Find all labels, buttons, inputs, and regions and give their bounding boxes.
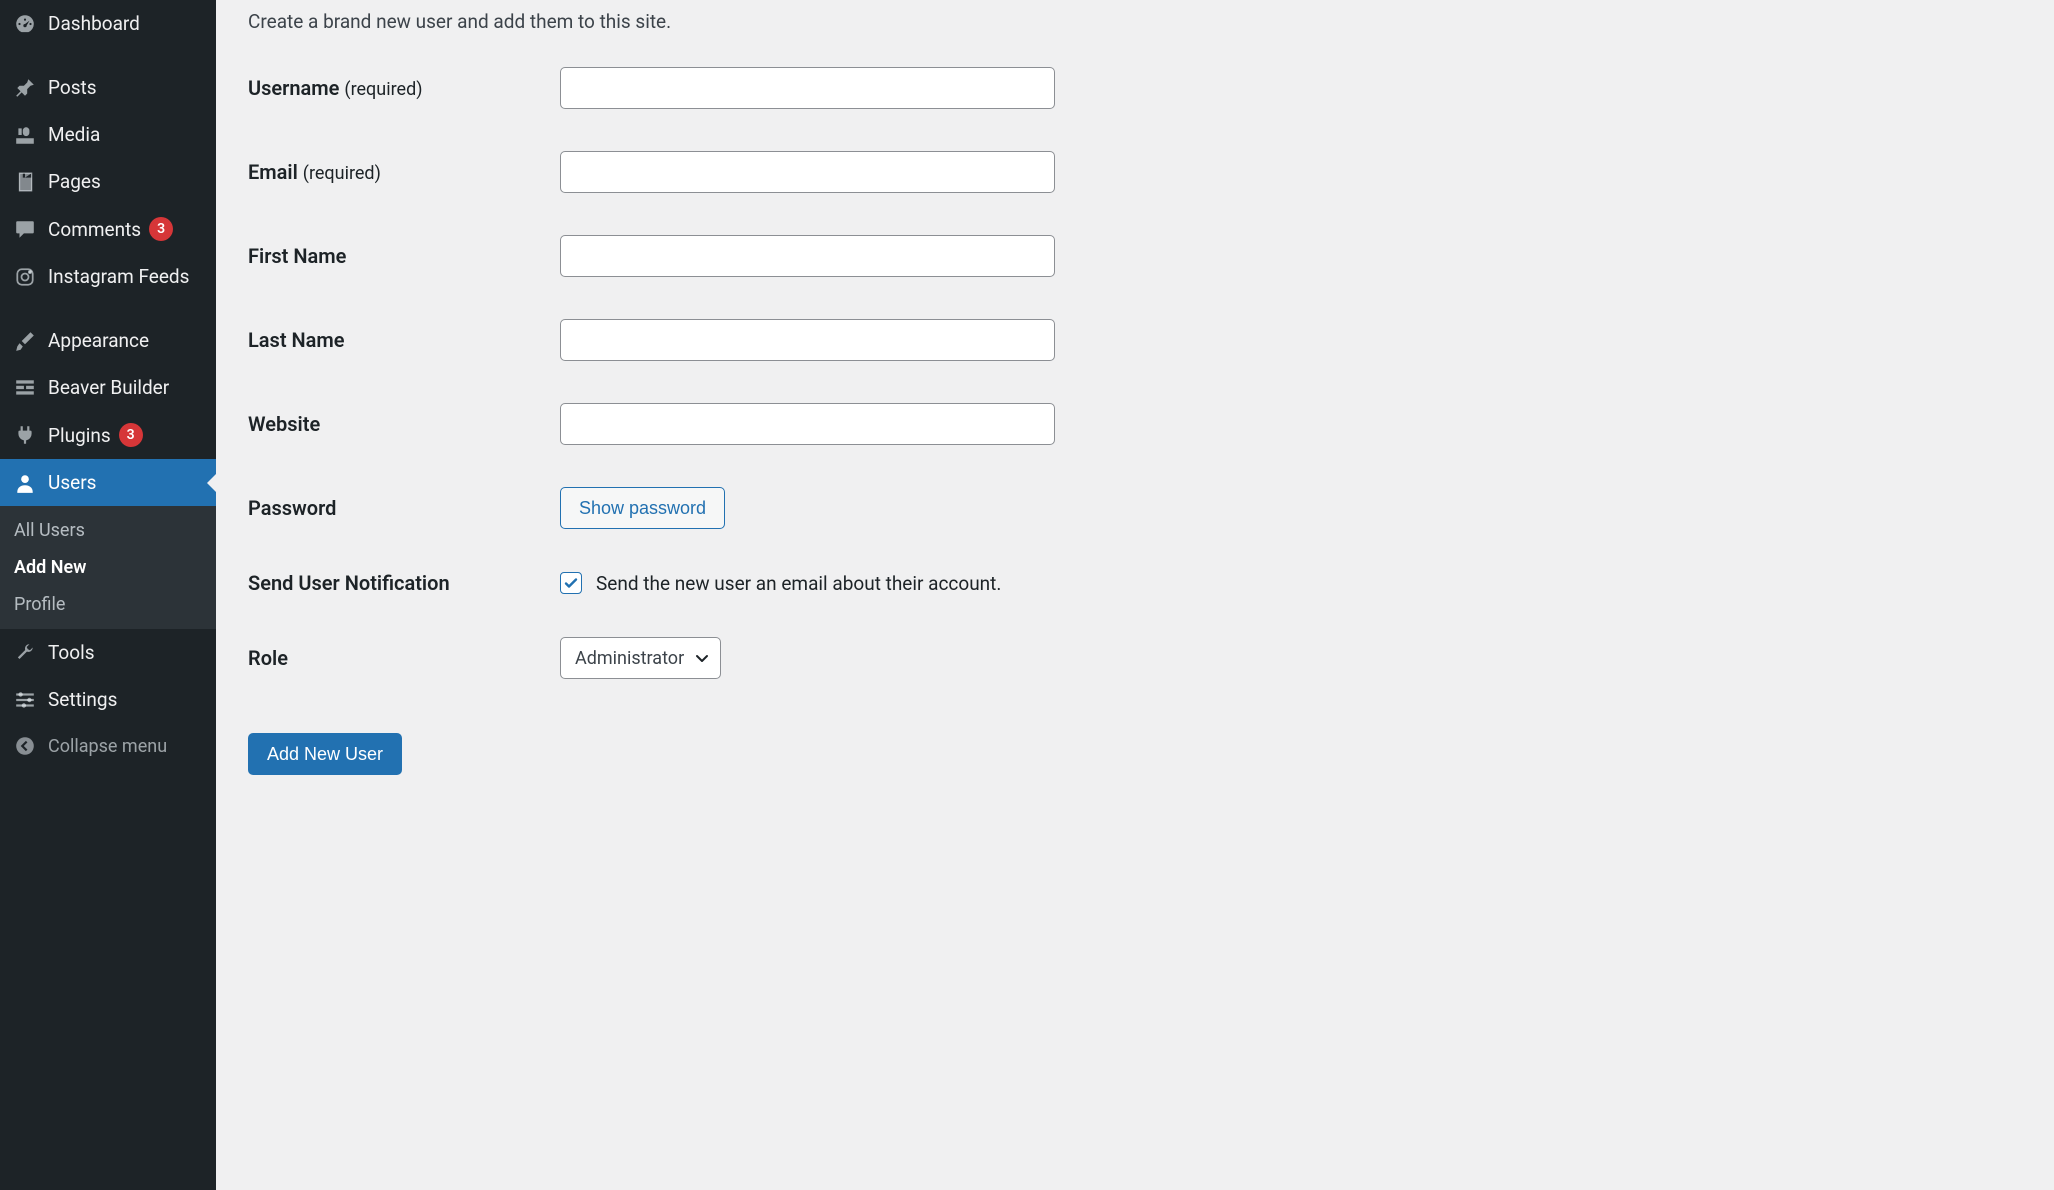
submenu-item-profile[interactable]: Profile xyxy=(0,586,216,623)
sliders-icon xyxy=(12,689,38,711)
firstname-label: First Name xyxy=(248,244,560,268)
submenu-label: Add New xyxy=(14,557,86,578)
firstname-input[interactable] xyxy=(560,235,1055,277)
main-content: Create a brand new user and add them to … xyxy=(216,0,2054,1190)
menu-separator xyxy=(0,300,216,317)
email-label: Email (required) xyxy=(248,160,560,184)
menu-separator xyxy=(0,47,216,64)
sidebar-item-beaver[interactable]: Beaver Builder xyxy=(0,364,216,411)
sidebar-item-posts[interactable]: Posts xyxy=(0,64,216,111)
sidebar-item-dashboard[interactable]: Dashboard xyxy=(0,0,216,47)
submenu-label: Profile xyxy=(14,594,65,615)
sidebar-item-media[interactable]: Media xyxy=(0,111,216,158)
media-icon xyxy=(12,124,38,146)
submenu-item-all-users[interactable]: All Users xyxy=(0,512,216,549)
plug-icon xyxy=(12,424,38,446)
role-select-value: Administrator xyxy=(575,648,684,669)
website-label: Website xyxy=(248,412,560,436)
show-password-button[interactable]: Show password xyxy=(560,487,725,529)
sidebar-item-plugins[interactable]: Plugins 3 xyxy=(0,411,216,459)
wrench-icon xyxy=(12,642,38,664)
website-input[interactable] xyxy=(560,403,1055,445)
page-icon xyxy=(12,171,38,193)
sidebar-item-label: Users xyxy=(48,471,96,494)
gauge-icon xyxy=(12,13,38,35)
user-icon xyxy=(12,472,38,494)
lastname-label: Last Name xyxy=(248,328,560,352)
sidebar-item-label: Appearance xyxy=(48,329,149,352)
sidebar-item-pages[interactable]: Pages xyxy=(0,158,216,205)
sidebar-item-tools[interactable]: Tools xyxy=(0,629,216,676)
username-label: Username (required) xyxy=(248,76,560,100)
check-icon xyxy=(563,575,579,591)
send-notification-checkbox[interactable] xyxy=(560,572,582,594)
collapse-menu-button[interactable]: Collapse menu xyxy=(0,723,216,769)
chevron-down-icon xyxy=(694,650,710,666)
brush-icon xyxy=(12,330,38,352)
sidebar-item-comments[interactable]: Comments 3 xyxy=(0,205,216,253)
collapse-icon xyxy=(12,735,38,757)
add-user-form: Username (required) Email (required) Fir… xyxy=(248,67,2022,775)
sidebar-item-label: Beaver Builder xyxy=(48,376,169,399)
comment-icon xyxy=(12,218,38,240)
plugins-badge: 3 xyxy=(119,423,143,447)
admin-sidebar: Dashboard Posts Media Pages Comments 3 xyxy=(0,0,216,1190)
grid-icon xyxy=(12,377,38,399)
comments-badge: 3 xyxy=(149,217,173,241)
sidebar-item-label: Settings xyxy=(48,688,117,711)
submenu-label: All Users xyxy=(14,520,85,541)
instagram-icon xyxy=(12,266,38,288)
role-select[interactable]: Administrator xyxy=(560,637,721,679)
send-notification-label: Send User Notification xyxy=(248,571,560,595)
sidebar-item-label: Plugins xyxy=(48,424,111,447)
lastname-input[interactable] xyxy=(560,319,1055,361)
sidebar-item-label: Tools xyxy=(48,641,95,664)
sidebar-item-label: Instagram Feeds xyxy=(48,265,189,288)
sidebar-item-appearance[interactable]: Appearance xyxy=(0,317,216,364)
username-input[interactable] xyxy=(560,67,1055,109)
sidebar-item-users[interactable]: Users xyxy=(0,459,216,506)
form-intro: Create a brand new user and add them to … xyxy=(248,10,2022,33)
submenu-item-add-new[interactable]: Add New xyxy=(0,549,216,586)
sidebar-item-label: Posts xyxy=(48,76,97,99)
sidebar-item-instagram[interactable]: Instagram Feeds xyxy=(0,253,216,300)
sidebar-item-label: Media xyxy=(48,123,100,146)
sidebar-item-label: Dashboard xyxy=(48,12,140,35)
send-notification-desc: Send the new user an email about their a… xyxy=(596,572,1001,595)
sidebar-item-label: Pages xyxy=(48,170,101,193)
pin-icon xyxy=(12,77,38,99)
email-input[interactable] xyxy=(560,151,1055,193)
password-label: Password xyxy=(248,496,560,520)
collapse-label: Collapse menu xyxy=(48,736,167,757)
sidebar-item-settings[interactable]: Settings xyxy=(0,676,216,723)
role-label: Role xyxy=(248,646,560,670)
users-submenu: All Users Add New Profile xyxy=(0,506,216,629)
sidebar-item-label: Comments xyxy=(48,218,141,241)
add-new-user-button[interactable]: Add New User xyxy=(248,733,402,775)
